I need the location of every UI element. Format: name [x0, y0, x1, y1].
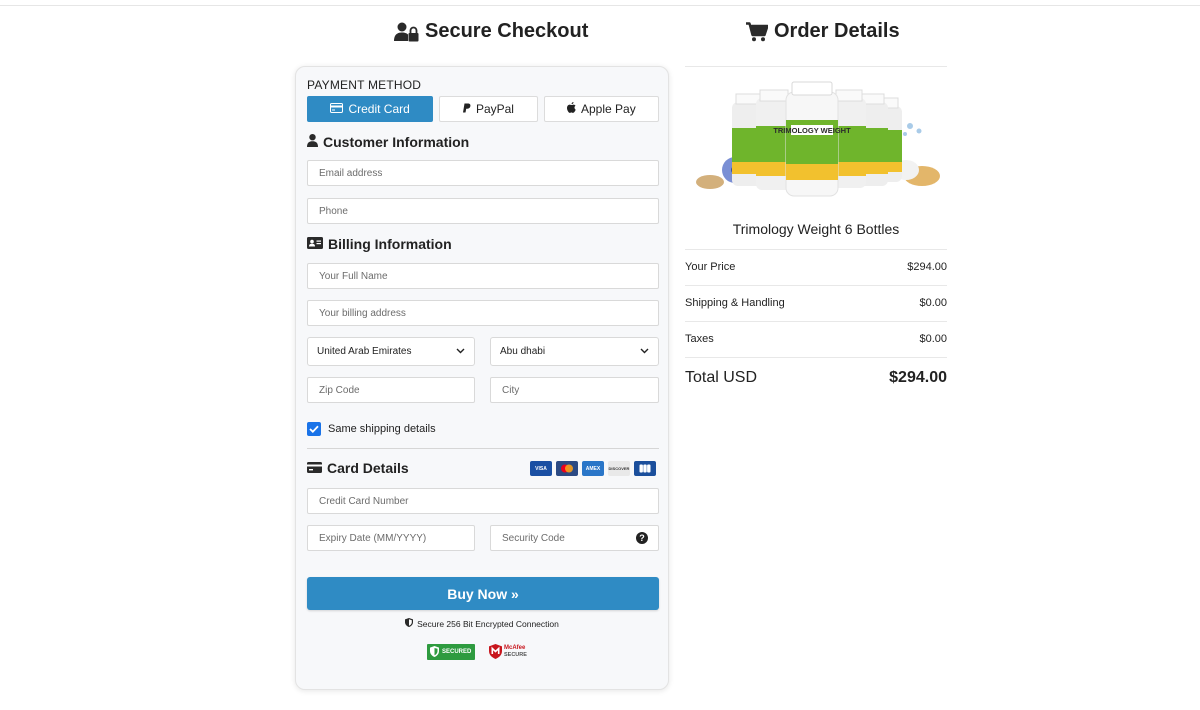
- product-label-text: TRIMOLOGY WEIGHT: [773, 126, 851, 135]
- user-lock-icon: [394, 22, 419, 42]
- shield-icon: [405, 618, 414, 629]
- order-divider: [685, 249, 947, 250]
- zip-code-field[interactable]: [307, 377, 475, 403]
- security-code-field[interactable]: ?: [490, 525, 659, 551]
- billing-address-field[interactable]: [307, 300, 659, 326]
- order-divider: [685, 285, 947, 286]
- region-value: Abu dhabi: [500, 346, 546, 357]
- payment-tabs: Credit Card PayPal Apple Pay: [307, 96, 659, 122]
- order-divider: [685, 357, 947, 358]
- tab-credit-card[interactable]: Credit Card: [307, 96, 434, 122]
- mcafee-secure-badge: McAfee SECURE: [489, 643, 527, 660]
- apple-icon: [566, 102, 576, 116]
- billing-address-input[interactable]: [319, 307, 658, 319]
- row-label: Shipping & Handling: [685, 297, 785, 309]
- product-image: TRIMOLOGY WEIGHT: [690, 78, 946, 202]
- tab-apple-pay[interactable]: Apple Pay: [543, 96, 659, 122]
- billing-info-title: Billing Information: [307, 236, 452, 252]
- email-input[interactable]: [319, 167, 658, 179]
- order-heading: Order Details: [746, 20, 900, 43]
- row-label: Your Price: [685, 261, 736, 273]
- credit-card-icon: [330, 102, 344, 116]
- checkout-card: PAYMENT METHOD Credit Card PayPal Apple …: [295, 66, 669, 690]
- checkout-heading: Secure Checkout: [394, 20, 588, 43]
- chevron-down-icon: [640, 346, 649, 357]
- city-field[interactable]: [490, 377, 659, 403]
- discover-card-icon: DISCOVER: [608, 461, 630, 476]
- product-name: Trimology Weight 6 Bottles: [732, 221, 900, 237]
- jcb-card-icon: [634, 461, 656, 476]
- taxes-row: Taxes $0.00: [685, 333, 947, 345]
- total-label: Total USD: [685, 369, 758, 386]
- visa-card-icon: VISA: [530, 461, 552, 476]
- tab-paypal[interactable]: PayPal: [439, 96, 538, 122]
- country-value: United Arab Emirates: [317, 346, 412, 357]
- page-title: Secure Checkout: [425, 20, 589, 42]
- order-title: Order Details: [774, 20, 900, 42]
- total-value: $294.00: [889, 369, 947, 386]
- tab-apple-pay-label: Apple Pay: [580, 102, 636, 116]
- tab-credit-card-label: Credit Card: [348, 102, 410, 116]
- amex-card-icon: AMEX: [582, 461, 604, 476]
- buy-now-button[interactable]: Buy Now »: [307, 577, 659, 610]
- full-name-input[interactable]: [319, 270, 658, 282]
- row-value: $0.00: [919, 333, 947, 345]
- card-number-field[interactable]: [307, 488, 659, 514]
- card-number-input[interactable]: [319, 495, 658, 507]
- total-row: Total USD $294.00: [685, 369, 947, 387]
- expiry-date-input[interactable]: [319, 532, 474, 544]
- cart-icon: [746, 21, 768, 42]
- paypal-icon: [462, 102, 471, 116]
- country-select[interactable]: United Arab Emirates: [307, 337, 475, 366]
- order-divider: [685, 321, 947, 322]
- card-details-title: Card Details: [307, 460, 409, 476]
- email-field[interactable]: [307, 160, 659, 186]
- row-value: $294.00: [907, 261, 947, 273]
- user-icon: [307, 134, 318, 150]
- ssl-secured-badge: SECURED: [427, 643, 475, 660]
- question-circle-icon[interactable]: ?: [636, 532, 648, 544]
- shipping-row: Shipping & Handling $0.00: [685, 297, 947, 309]
- city-input[interactable]: [502, 384, 658, 396]
- tab-paypal-label: PayPal: [475, 102, 514, 116]
- top-divider: [0, 5, 1200, 6]
- row-value: $0.00: [919, 297, 947, 309]
- same-shipping-checkbox[interactable]: [307, 422, 321, 436]
- id-card-icon: [307, 236, 323, 252]
- row-label: Taxes: [685, 333, 714, 345]
- secure-connection-note: Secure 256 Bit Encrypted Connection: [296, 618, 668, 629]
- phone-input[interactable]: [319, 205, 658, 217]
- phone-field[interactable]: [307, 198, 659, 224]
- same-shipping-label: Same shipping details: [328, 423, 436, 435]
- credit-card-icon: [307, 460, 322, 476]
- order-top-divider: [685, 66, 947, 67]
- accepted-cards: VISA AMEX DISCOVER: [530, 461, 656, 476]
- customer-info-title: Customer Information: [307, 134, 469, 150]
- zip-code-input[interactable]: [319, 384, 474, 396]
- mastercard-icon: [556, 461, 578, 476]
- your-price-row: Your Price $294.00: [685, 261, 947, 273]
- section-divider: [307, 448, 659, 449]
- full-name-field[interactable]: [307, 263, 659, 289]
- same-shipping-row[interactable]: Same shipping details: [307, 422, 436, 436]
- region-select[interactable]: Abu dhabi: [490, 337, 659, 366]
- chevron-down-icon: [456, 346, 465, 357]
- expiry-date-field[interactable]: [307, 525, 475, 551]
- security-code-input[interactable]: [502, 532, 658, 544]
- payment-method-label: PAYMENT METHOD: [307, 78, 422, 92]
